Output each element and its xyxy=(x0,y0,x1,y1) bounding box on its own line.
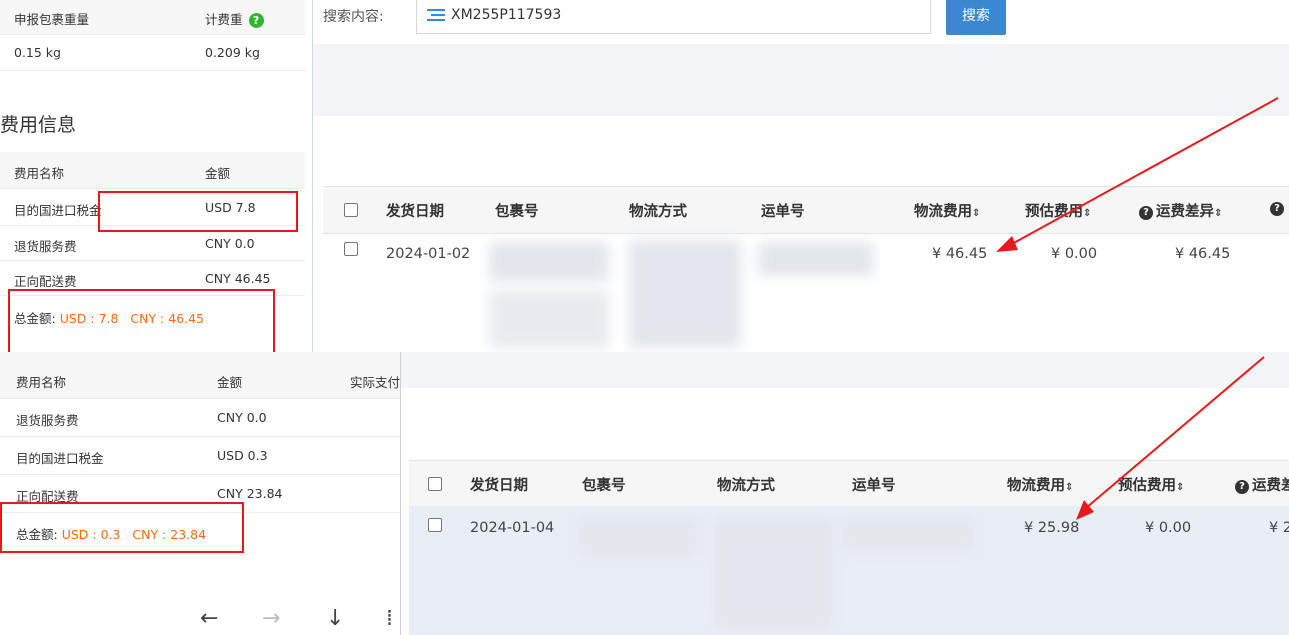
fee-name: 目的国进口税金 xyxy=(16,451,104,466)
question-icon[interactable]: ? xyxy=(1270,202,1284,216)
cell-logistics-fee: ¥ 25.98 xyxy=(1024,520,1080,536)
col-estimated-fee[interactable]: 预估费用⇕ xyxy=(1118,474,1184,495)
cell-estimated-fee: ¥ 0.00 xyxy=(1145,520,1192,536)
down-arrow-icon[interactable]: ↓ xyxy=(326,606,344,631)
fee-detail-panel-top: 申报包裹重量 计费重? 0.15 kg 0.209 kg 费用信息 费用名称 金… xyxy=(0,0,312,355)
search-input[interactable]: XM255P117593 xyxy=(416,0,931,34)
cell-ship-date: 2024-01-04 xyxy=(470,520,555,536)
question-icon[interactable]: ? xyxy=(1235,480,1249,494)
search-button[interactable]: 搜索 xyxy=(946,0,1006,35)
col-ship-date[interactable]: 发货日期 xyxy=(470,474,528,495)
redacted-logistics-method xyxy=(629,240,741,348)
col-estimated-fee-label: 预估费用 xyxy=(1118,478,1176,494)
declared-weight-value: 0.15 kg xyxy=(14,45,61,60)
fee-amount: CNY 23.84 xyxy=(217,486,283,501)
col-package-no[interactable]: 包裹号 xyxy=(495,200,539,221)
weight-header-row: 申报包裹重量 计费重? xyxy=(0,0,305,35)
col-freight-diff-label: 运费差异 xyxy=(1156,204,1214,220)
fee-amount-header: 金额 xyxy=(205,166,231,181)
fee-amount-header: 金额 xyxy=(217,375,243,390)
col-logistics-fee[interactable]: 物流费用⇕ xyxy=(914,200,980,221)
col-logistics-fee-label: 物流费用 xyxy=(1007,478,1065,494)
row-checkbox[interactable] xyxy=(344,242,358,256)
filter-band xyxy=(401,352,1289,388)
fee-row: 退货服务费 CNY 0.0 xyxy=(0,399,400,437)
highlight-box xyxy=(98,191,298,232)
highlight-box xyxy=(8,289,275,355)
search-label: 搜索内容: xyxy=(323,9,384,25)
fee-name-header: 费用名称 xyxy=(14,166,65,181)
row-checkbox[interactable] xyxy=(428,518,442,532)
more-icon[interactable]: ⁞ xyxy=(386,606,393,631)
redacted-package-extra xyxy=(489,290,609,348)
redacted-waybill-no xyxy=(843,517,973,551)
redacted-package-no xyxy=(489,242,609,282)
col-freight-diff[interactable]: ? 运费差 xyxy=(1235,474,1289,495)
declared-weight-label: 申报包裹重量 xyxy=(14,12,90,27)
fee-name: 退货服务费 xyxy=(14,239,77,254)
col-estimated-fee[interactable]: 预估费用⇕ xyxy=(1025,200,1091,221)
sort-icon[interactable]: ⇕ xyxy=(1065,482,1073,493)
fee-table-header: 费用名称 金额 xyxy=(0,152,305,189)
cell-estimated-fee: ¥ 0.00 xyxy=(1051,246,1098,262)
back-arrow-icon[interactable]: ← xyxy=(200,606,218,631)
col-package-no[interactable]: 包裹号 xyxy=(582,474,626,495)
col-ship-date[interactable]: 发货日期 xyxy=(386,200,444,221)
list-filter-icon xyxy=(427,7,445,27)
fee-amount: CNY 0.0 xyxy=(217,410,267,425)
col-estimated-fee-label: 预估费用 xyxy=(1025,204,1083,220)
fee-name: 退货服务费 xyxy=(16,413,79,428)
weight-value-row: 0.15 kg 0.209 kg xyxy=(0,35,305,71)
order-search-panel-bottom: 发货日期 包裹号 物流方式 运单号 物流费用⇕ 预估费用⇕ ? 运费差 2024-… xyxy=(400,352,1289,635)
select-all-checkbox[interactable] xyxy=(428,477,442,491)
sort-icon[interactable]: ⇕ xyxy=(1214,208,1222,219)
col-waybill-no[interactable]: 运单号 xyxy=(761,200,805,221)
fee-name: 正向配送费 xyxy=(14,274,77,289)
fee-paid-header: 实际支付 xyxy=(350,375,401,390)
fee-table-header: 费用名称 金额 实际支付 xyxy=(0,352,400,399)
col-freight-diff-label: 运费差 xyxy=(1252,478,1289,494)
col-more: ? xyxy=(1270,200,1287,216)
search-value: XM255P117593 xyxy=(451,7,562,23)
billed-weight-value: 0.209 kg xyxy=(205,45,260,60)
col-freight-diff[interactable]: ? 运费差异⇕ xyxy=(1139,200,1222,221)
redacted-package-no xyxy=(579,517,699,557)
col-logistics-method[interactable]: 物流方式 xyxy=(717,474,775,495)
help-icon[interactable]: ? xyxy=(248,13,264,28)
cell-freight-diff: ¥ 2 xyxy=(1269,520,1289,536)
question-icon[interactable]: ? xyxy=(1139,206,1153,220)
col-waybill-no[interactable]: 运单号 xyxy=(852,474,896,495)
fee-amount: CNY 0.0 xyxy=(205,236,255,251)
fee-detail-panel-bottom: 费用名称 金额 实际支付 退货服务费 CNY 0.0 目的国进口税金 USD 0… xyxy=(0,352,400,635)
billed-weight-label-text: 计费重 xyxy=(205,12,243,27)
fee-amount: CNY 46.45 xyxy=(205,271,271,286)
forward-arrow-icon[interactable]: → xyxy=(262,606,280,631)
fee-amount: USD 0.3 xyxy=(217,448,268,463)
cell-freight-diff: ¥ 46.45 xyxy=(1175,246,1231,262)
highlight-box xyxy=(0,502,244,553)
fee-name: 目的国进口税金 xyxy=(14,203,102,218)
fee-row: 目的国进口税金 USD 0.3 xyxy=(0,437,400,475)
sort-icon[interactable]: ⇕ xyxy=(1083,208,1091,219)
redacted-logistics-method xyxy=(714,517,832,629)
cell-ship-date: 2024-01-02 xyxy=(386,246,471,262)
sort-icon[interactable]: ⇕ xyxy=(972,208,980,219)
redacted-waybill-no xyxy=(758,242,874,276)
sort-icon[interactable]: ⇕ xyxy=(1176,482,1184,493)
col-logistics-method[interactable]: 物流方式 xyxy=(629,200,687,221)
cell-logistics-fee: ¥ 46.45 xyxy=(932,246,988,262)
billed-weight-label: 计费重? xyxy=(205,9,264,28)
fee-info-title: 费用信息 xyxy=(0,114,77,136)
fee-name-header: 费用名称 xyxy=(16,375,67,390)
select-all-checkbox[interactable] xyxy=(344,203,358,217)
col-logistics-fee-label: 物流费用 xyxy=(914,204,972,220)
filter-band xyxy=(313,44,1289,116)
order-search-panel-top: 搜索内容: XM255P117593 搜索 发货日期 包裹号 物流方式 运单号 … xyxy=(312,0,1289,352)
col-logistics-fee[interactable]: 物流费用⇕ xyxy=(1007,474,1073,495)
